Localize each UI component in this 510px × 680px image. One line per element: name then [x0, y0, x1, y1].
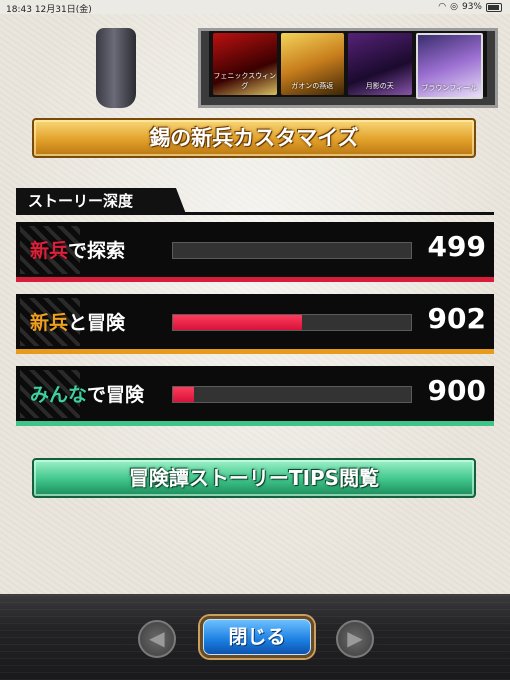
card-label: 月影の天: [365, 82, 394, 90]
depth-row-label: 新兵で探索: [30, 236, 125, 263]
depth-progress-fill: [173, 387, 195, 402]
depth-progress-bar: [172, 242, 412, 259]
depth-row-explore: 新兵で探索 499: [16, 222, 494, 282]
orientation-lock-icon: ◎: [450, 2, 458, 12]
card[interactable]: ブラウンフィール: [415, 33, 483, 99]
status-right: ◠ ◎ 93%: [438, 2, 502, 12]
bottom-bar: ◀ 閉じる ▶: [0, 594, 510, 680]
card-showcase: フェニックスウィング ガオンの燕返 月影の天 ブラウンフィール: [198, 28, 498, 108]
depth-row-adventure: 新兵と冒険 902: [16, 294, 494, 354]
customize-button[interactable]: 錫の新兵カスタマイズ: [32, 118, 476, 158]
character-boots-art: [96, 28, 136, 108]
depth-progress-bar: [172, 386, 412, 403]
arrow-left-icon[interactable]: ◀: [138, 620, 176, 658]
card-label: ブラウンフィール: [421, 84, 478, 92]
story-tips-button[interactable]: 冒険譚ストーリーTIPS閲覧: [32, 458, 476, 498]
card-label: ガオンの燕返: [291, 82, 334, 90]
story-depth-divider: [16, 212, 494, 215]
depth-row-underline: [16, 349, 494, 354]
card-label: フェニックスウィング: [213, 72, 277, 90]
close-button[interactable]: 閉じる: [200, 616, 314, 658]
depth-row-underline: [16, 277, 494, 282]
wifi-icon: ◠: [438, 2, 447, 12]
depth-row-underline: [16, 421, 494, 426]
card[interactable]: フェニックスウィング: [213, 33, 277, 95]
arrow-right-icon[interactable]: ▶: [336, 620, 374, 658]
battery-icon: [486, 2, 502, 12]
card[interactable]: ガオンの燕返: [280, 33, 344, 95]
story-depth-title: ストーリー深度: [16, 188, 186, 214]
depth-row-label: みんなで冒険: [30, 380, 144, 407]
depth-value: 499: [427, 230, 486, 263]
depth-row-suffix: で冒険: [87, 384, 145, 406]
depth-value: 902: [427, 302, 486, 335]
depth-row-highlight: 新兵: [30, 312, 69, 334]
card-strip: フェニックスウィング ガオンの燕返 月影の天 ブラウンフィール: [209, 31, 487, 99]
depth-row-highlight: みんな: [30, 384, 88, 406]
status-bar: 18:43 12月31日(金) ◠ ◎ 93%: [0, 0, 510, 15]
depth-row-everyone: みんなで冒険 900: [16, 366, 494, 426]
depth-progress-fill: [173, 315, 302, 330]
depth-row-highlight: 新兵: [30, 240, 69, 262]
battery-percent: 93%: [461, 2, 482, 12]
depth-value: 900: [427, 374, 486, 407]
depth-row-suffix: と冒険: [68, 312, 126, 334]
depth-row-label: 新兵と冒険: [30, 308, 125, 335]
depth-row-suffix: で探索: [68, 240, 126, 262]
depth-progress-bar: [172, 314, 412, 331]
card[interactable]: 月影の天: [348, 33, 412, 95]
